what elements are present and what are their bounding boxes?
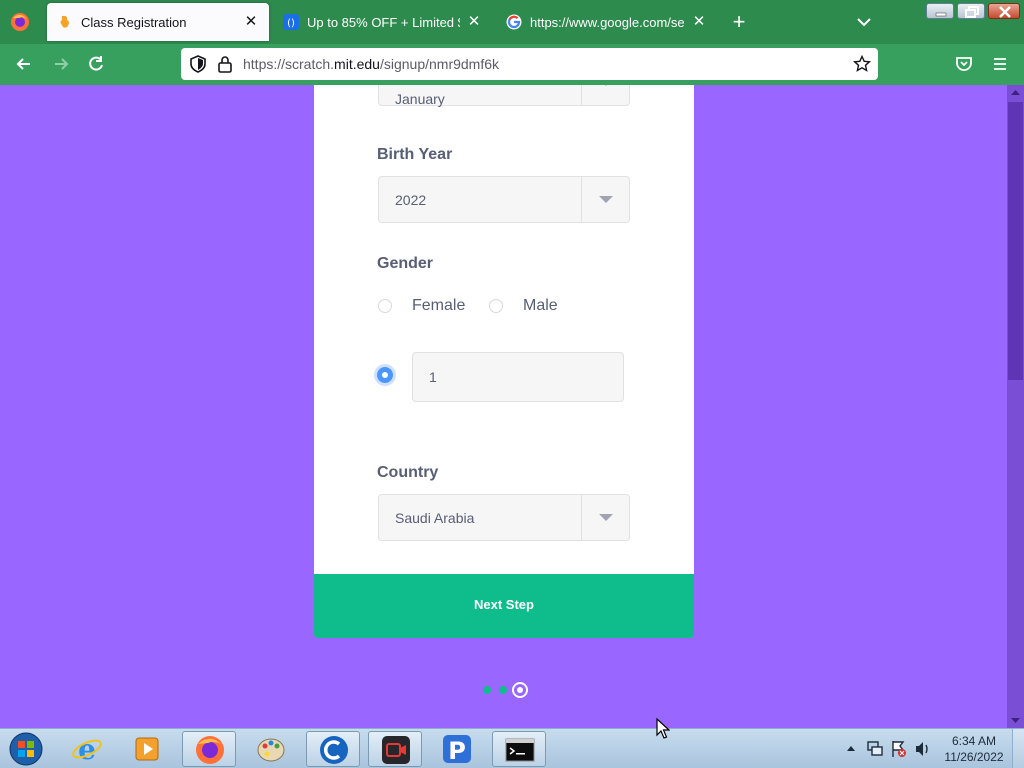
country-select[interactable]: Saudi Arabia [378, 494, 630, 541]
tab-title: https://www.google.com/searc [530, 14, 685, 30]
url-path: /signup/nmr9dmf6k [379, 56, 500, 72]
network-icon[interactable] [867, 741, 883, 756]
taskbar-media-player[interactable] [120, 731, 174, 767]
start-button[interactable] [0, 731, 52, 767]
screen-recorder-icon [382, 736, 410, 764]
tab-title: Class Registration [81, 14, 187, 30]
window-minimize-button[interactable] [926, 3, 954, 19]
tab-close-icon[interactable]: ✕ [243, 14, 259, 30]
tab-class-registration[interactable]: Class Registration ✕ [47, 3, 269, 41]
taskbar-firefox[interactable] [182, 731, 236, 767]
volume-icon[interactable] [916, 742, 928, 756]
tab-title: Up to 85% OFF + Limited $10 C [307, 14, 460, 30]
pocket-icon[interactable] [954, 54, 974, 74]
gender-female-label[interactable]: Female [412, 297, 465, 315]
gender-male-radio[interactable] [489, 299, 503, 313]
address-bar[interactable]: https://scratch.mit.edu/signup/nmr9dmf6k [181, 48, 878, 80]
dropdown-arrow-icon [581, 85, 629, 105]
taskbar-command-prompt[interactable] [492, 731, 546, 767]
country-label: Country [377, 464, 439, 481]
tab-close-icon[interactable]: ✕ [691, 14, 707, 30]
bracket-favicon-icon: () [283, 14, 299, 30]
list-all-tabs-icon[interactable] [855, 14, 873, 30]
scrollbar-thumb[interactable] [1008, 102, 1023, 380]
clock-date: 11/26/2022 [944, 750, 1004, 764]
browser-nav-bar: https://scratch.mit.edu/signup/nmr9dmf6k [0, 44, 1024, 85]
url-host: mit.edu [334, 56, 380, 72]
step-dot-1 [483, 686, 491, 694]
page-content: January Birth Year 2022 Gender Female Ma… [0, 85, 1007, 728]
taskbar-screen-recorder[interactable] [368, 731, 422, 767]
dropdown-arrow-icon [581, 495, 629, 540]
page-scrollbar[interactable] [1007, 85, 1024, 728]
system-clock[interactable]: 6:34 AM 11/26/2022 [938, 733, 1010, 765]
system-tray[interactable] [842, 737, 932, 761]
window-restore-button[interactable] [957, 3, 985, 19]
tab-offer[interactable]: () Up to 85% OFF + Limited $10 C ✕ [273, 3, 492, 41]
browser-tab-strip: Class Registration ✕ () Up to 85% OFF + … [0, 0, 1024, 44]
svg-text:P: P [448, 737, 466, 765]
hamburger-menu-icon[interactable] [990, 54, 1010, 74]
svg-text:(): () [287, 18, 295, 29]
reload-icon[interactable] [86, 54, 106, 74]
action-center-flag-icon[interactable] [892, 741, 906, 757]
back-arrow-icon[interactable] [14, 54, 34, 74]
step-progress-indicator [481, 682, 531, 698]
p-app-icon: P [443, 735, 471, 765]
forward-arrow-icon[interactable] [51, 54, 71, 74]
windows-taskbar: e P 6:34 AM 11/26/2022 [0, 728, 1024, 768]
lock-icon[interactable] [217, 55, 233, 73]
taskbar-ccleaner[interactable] [306, 731, 360, 767]
scroll-down-arrow-icon[interactable] [1007, 712, 1024, 728]
birth-year-label: Birth Year [377, 146, 453, 163]
google-favicon-icon [506, 14, 522, 30]
birth-year-select[interactable]: 2022 [378, 176, 630, 223]
step-dot-2 [499, 686, 507, 694]
gender-custom-input[interactable] [412, 352, 624, 402]
tracking-protection-shield-icon[interactable] [189, 55, 207, 73]
paint-palette-icon [257, 738, 285, 762]
step-dot-3-current [512, 682, 528, 698]
dropdown-arrow-icon [581, 177, 629, 222]
country-value: Saudi Arabia [395, 510, 475, 526]
media-player-icon [135, 737, 159, 761]
birth-year-value: 2022 [395, 192, 427, 208]
taskbar-internet-explorer[interactable]: e [60, 731, 114, 767]
registration-card: January Birth Year 2022 Gender Female Ma… [314, 85, 694, 574]
next-step-button[interactable]: Next Step [314, 574, 694, 638]
firefox-icon [196, 736, 224, 764]
command-prompt-icon [505, 738, 535, 762]
bookmark-star-icon[interactable] [853, 55, 871, 73]
gender-male-label[interactable]: Male [523, 297, 558, 315]
new-tab-button[interactable]: + [729, 11, 749, 33]
tab-close-icon[interactable]: ✕ [466, 14, 482, 30]
gender-custom-radio[interactable] [377, 367, 393, 383]
window-close-button[interactable] [988, 3, 1020, 19]
scroll-up-arrow-icon[interactable] [1007, 85, 1024, 101]
internet-explorer-icon: e [72, 733, 102, 765]
taskbar-paint[interactable] [244, 731, 298, 767]
gender-female-radio[interactable] [378, 299, 392, 313]
scratch-favicon-icon [60, 15, 69, 28]
taskbar-p-app[interactable]: P [430, 731, 484, 767]
windows-start-orb-icon [9, 732, 43, 766]
tab-google-search[interactable]: https://www.google.com/searc ✕ [496, 3, 717, 41]
birth-month-value: January [395, 91, 445, 107]
show-desktop-button[interactable] [1012, 729, 1024, 768]
url-text[interactable]: https://scratch.mit.edu/signup/nmr9dmf6k [243, 56, 499, 72]
gender-label: Gender [377, 255, 434, 272]
ccleaner-icon [320, 736, 348, 764]
svg-text:e: e [78, 733, 96, 765]
url-prefix: https://scratch. [243, 56, 335, 72]
clock-time: 6:34 AM [951, 734, 997, 748]
mouse-pointer-icon [656, 718, 670, 739]
show-hidden-icons-icon[interactable] [847, 746, 855, 751]
firefox-menu-icon[interactable] [10, 12, 30, 32]
birth-month-select[interactable]: January [378, 85, 630, 107]
